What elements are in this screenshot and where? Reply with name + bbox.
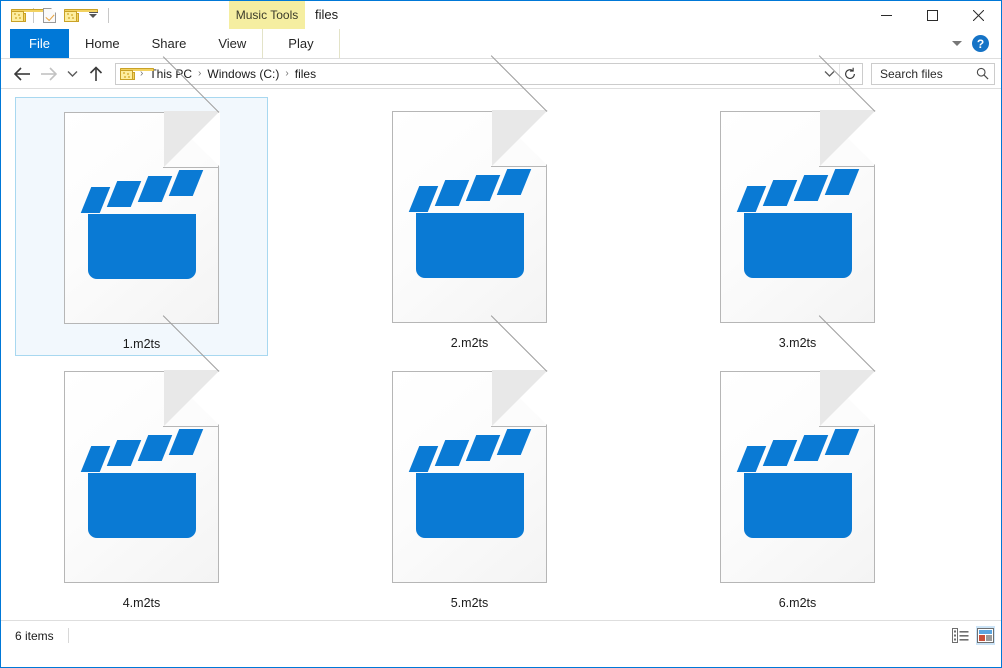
- view-mode-buttons: [951, 626, 995, 645]
- search-placeholder: Search files: [880, 66, 943, 81]
- ribbon-right-controls: ?: [952, 29, 995, 58]
- file-name-label: 1.m2ts: [122, 337, 161, 351]
- file-item[interactable]: 6.m2ts: [671, 315, 924, 616]
- video-file-icon: [392, 315, 548, 583]
- properties-icon[interactable]: [38, 4, 60, 26]
- chevron-down-icon: [67, 70, 77, 77]
- chevron-down-icon[interactable]: [952, 41, 962, 46]
- video-file-icon: [64, 315, 220, 583]
- file-item[interactable]: 4.m2ts: [15, 315, 268, 616]
- video-file-icon: [392, 55, 548, 323]
- tab-file[interactable]: File: [10, 29, 69, 58]
- help-icon[interactable]: ?: [972, 35, 989, 52]
- title-bar: Music Tools files: [1, 1, 1001, 29]
- breadcrumb-separator-1: ›: [198, 68, 202, 79]
- clapperboard-icon: [736, 428, 860, 538]
- folder-icon[interactable]: [7, 4, 45, 26]
- breadcrumb-item-files[interactable]: files: [292, 67, 319, 81]
- folder-glyph: [10, 8, 45, 22]
- clapperboard-icon: [736, 168, 860, 278]
- up-arrow-icon: [89, 65, 103, 81]
- breadcrumb-folder-icon: [120, 67, 154, 80]
- clapperboard-icon: [408, 428, 532, 538]
- tab-play[interactable]: Play: [262, 29, 340, 58]
- window-title: files: [315, 7, 339, 22]
- file-item[interactable]: 5.m2ts: [343, 315, 596, 616]
- tab-view[interactable]: View: [202, 29, 262, 58]
- maximize-button[interactable]: [909, 1, 955, 29]
- file-name-label: 4.m2ts: [122, 596, 161, 610]
- contextual-tool-header: Music Tools: [229, 1, 305, 29]
- large-icons-view-icon: [977, 628, 994, 643]
- details-view-button[interactable]: [951, 626, 970, 645]
- breadcrumb-item-windows-c[interactable]: Windows (C:): [204, 67, 282, 81]
- close-icon: [972, 9, 984, 21]
- item-count-label: 6 items: [15, 628, 54, 643]
- caret-glyph: [88, 11, 98, 19]
- breadcrumb-separator-2: ›: [285, 68, 289, 79]
- file-grid: 1.m2ts 2.m2ts 3.m2ts 4.m2ts 5.m2ts 6.m2t…: [1, 55, 1001, 617]
- recent-locations-button[interactable]: [61, 61, 83, 87]
- file-item[interactable]: 1.m2ts: [15, 56, 268, 356]
- file-explorer-window: Music Tools files File Home Share View P…: [0, 0, 1002, 668]
- properties-glyph: [42, 7, 56, 23]
- forward-arrow-icon: [40, 66, 57, 81]
- address-bar: › This PC › Windows (C:) › files Search …: [1, 59, 1001, 89]
- status-bar: 6 items: [1, 620, 1001, 650]
- file-name-label: 5.m2ts: [450, 596, 489, 610]
- up-button[interactable]: [83, 61, 109, 87]
- video-file-icon: [720, 315, 876, 583]
- clapperboard-icon: [80, 169, 204, 279]
- quick-access-toolbar: [1, 1, 113, 29]
- breadcrumb[interactable]: › This PC › Windows (C:) › files: [115, 62, 863, 85]
- file-item[interactable]: 3.m2ts: [671, 55, 924, 356]
- search-icon: [976, 67, 989, 80]
- large-icons-view-button[interactable]: [976, 626, 995, 645]
- back-button[interactable]: [9, 61, 35, 87]
- minimize-icon: [880, 14, 892, 16]
- clapperboard-icon: [408, 168, 532, 278]
- video-file-icon: [64, 56, 220, 324]
- minimize-button[interactable]: [863, 1, 909, 29]
- close-button[interactable]: [955, 1, 1001, 29]
- refresh-icon: [845, 67, 855, 79]
- search-input[interactable]: Search files: [871, 62, 995, 85]
- tab-home[interactable]: Home: [69, 29, 136, 58]
- file-item[interactable]: 2.m2ts: [343, 55, 596, 356]
- ribbon-tab-bar: File Home Share View Play ?: [1, 29, 1001, 59]
- maximize-icon: [926, 9, 938, 21]
- status-divider: [67, 628, 69, 643]
- file-name-label: 2.m2ts: [450, 336, 489, 350]
- file-list-area[interactable]: 1.m2ts 2.m2ts 3.m2ts 4.m2ts 5.m2ts 6.m2t…: [1, 55, 1001, 620]
- details-view-icon: [952, 628, 969, 643]
- clapperboard-icon: [80, 428, 204, 538]
- new-folder-glyph: [63, 8, 98, 22]
- file-name-label: 3.m2ts: [778, 336, 817, 350]
- forward-button[interactable]: [35, 61, 61, 87]
- video-file-icon: [720, 55, 876, 323]
- refresh-button[interactable]: [839, 63, 860, 84]
- toolbar-divider-2: [108, 7, 109, 23]
- tab-share[interactable]: Share: [136, 29, 203, 58]
- customize-caret-icon[interactable]: [82, 4, 104, 26]
- window-controls: [863, 1, 1001, 29]
- new-folder-icon[interactable]: [60, 4, 98, 26]
- back-arrow-icon: [13, 66, 30, 81]
- file-name-label: 6.m2ts: [778, 596, 817, 610]
